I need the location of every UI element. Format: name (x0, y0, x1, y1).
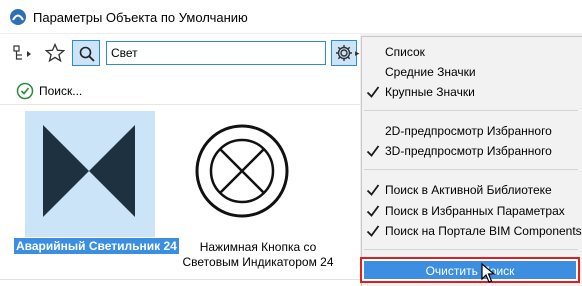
mouse-cursor-icon (481, 263, 496, 283)
clear-search-highlight: Очистить Поиск (360, 257, 580, 283)
menu-item-3d-preview[interactable]: 3D-предпросмотр Избранного (362, 141, 580, 161)
result-item-label-line: Световым Индикатором 24 (182, 255, 334, 269)
menu-item-label: Поиск в Избранных Параметрах (385, 204, 565, 218)
checkmark-icon (366, 86, 380, 98)
menu-item-2d-preview[interactable]: 2D-предпросмотр Избранного (362, 121, 580, 141)
divider (0, 279, 360, 280)
archicad-app-icon (10, 9, 26, 25)
clear-search-label: Очистить Поиск (425, 264, 515, 278)
menu-item-label: Список (385, 45, 425, 59)
settings-context-menu: Список Средние Значки Крупные Значки 2D-… (361, 36, 582, 286)
clear-search-menu-item[interactable]: Очистить Поиск (364, 261, 576, 279)
checkmark-icon (366, 205, 380, 217)
result-item-label[interactable]: Нажимная Кнопка со Световым Индикатором … (168, 240, 348, 270)
result-item-label-line: Нажимная Кнопка со (199, 240, 317, 254)
results-panel: Аварийный Светильник 24 Нажимная Кнопка … (0, 104, 360, 286)
title-bar: Параметры Объекта по Умолчанию (0, 0, 582, 34)
checkmark-icon (366, 145, 380, 157)
push-button-indicator-symbol-icon[interactable] (194, 123, 290, 219)
menu-item-label: Поиск на Портале BIM Components (385, 224, 582, 238)
tree-view-icon[interactable] (13, 45, 35, 63)
search-toggle-button[interactable] (72, 40, 100, 66)
menu-item-label: Крупные Значки (385, 85, 475, 99)
menu-item-list-view[interactable]: Список (362, 42, 580, 62)
menu-separator (364, 169, 578, 170)
menu-item-label: 2D-предпросмотр Избранного (385, 124, 552, 138)
result-item-label[interactable]: Аварийный Светильник 24 (14, 238, 179, 254)
menu-separator (364, 110, 578, 111)
menu-item-label: Поиск в Активной Библиотеке (385, 183, 552, 197)
search-row[interactable]: Поиск... (0, 78, 360, 104)
menu-item-search-active-library[interactable]: Поиск в Активной Библиотеке (362, 180, 580, 200)
settings-menu-button[interactable] (331, 40, 357, 66)
menu-arrow-icon: ▸ (355, 48, 360, 58)
menu-item-search-bim-portal[interactable]: Поиск на Портале BIM Components (362, 221, 582, 241)
menu-item-label: Средние Значки (385, 65, 476, 79)
toolbar: ▸ (0, 34, 360, 74)
menu-item-label: 3D-предпросмотр Избранного (385, 144, 552, 158)
menu-separator (364, 249, 578, 250)
menu-item-search-favorites[interactable]: Поиск в Избранных Параметрах (362, 201, 580, 221)
checkmark-icon (366, 184, 380, 196)
search-status-icon (16, 82, 34, 100)
search-icon (79, 46, 95, 62)
search-input[interactable] (106, 41, 326, 65)
emergency-light-symbol-icon (43, 125, 135, 217)
star-icon[interactable] (45, 43, 65, 63)
window-title: Параметры Объекта по Умолчанию (33, 10, 248, 25)
menu-item-large-icons[interactable]: Крупные Значки (362, 82, 580, 102)
checkmark-icon (366, 225, 380, 237)
search-status-label: Поиск... (39, 84, 83, 98)
menu-item-medium-icons[interactable]: Средние Значки (362, 62, 580, 82)
gear-icon (336, 45, 352, 61)
result-item-emergency-light[interactable] (25, 111, 155, 237)
